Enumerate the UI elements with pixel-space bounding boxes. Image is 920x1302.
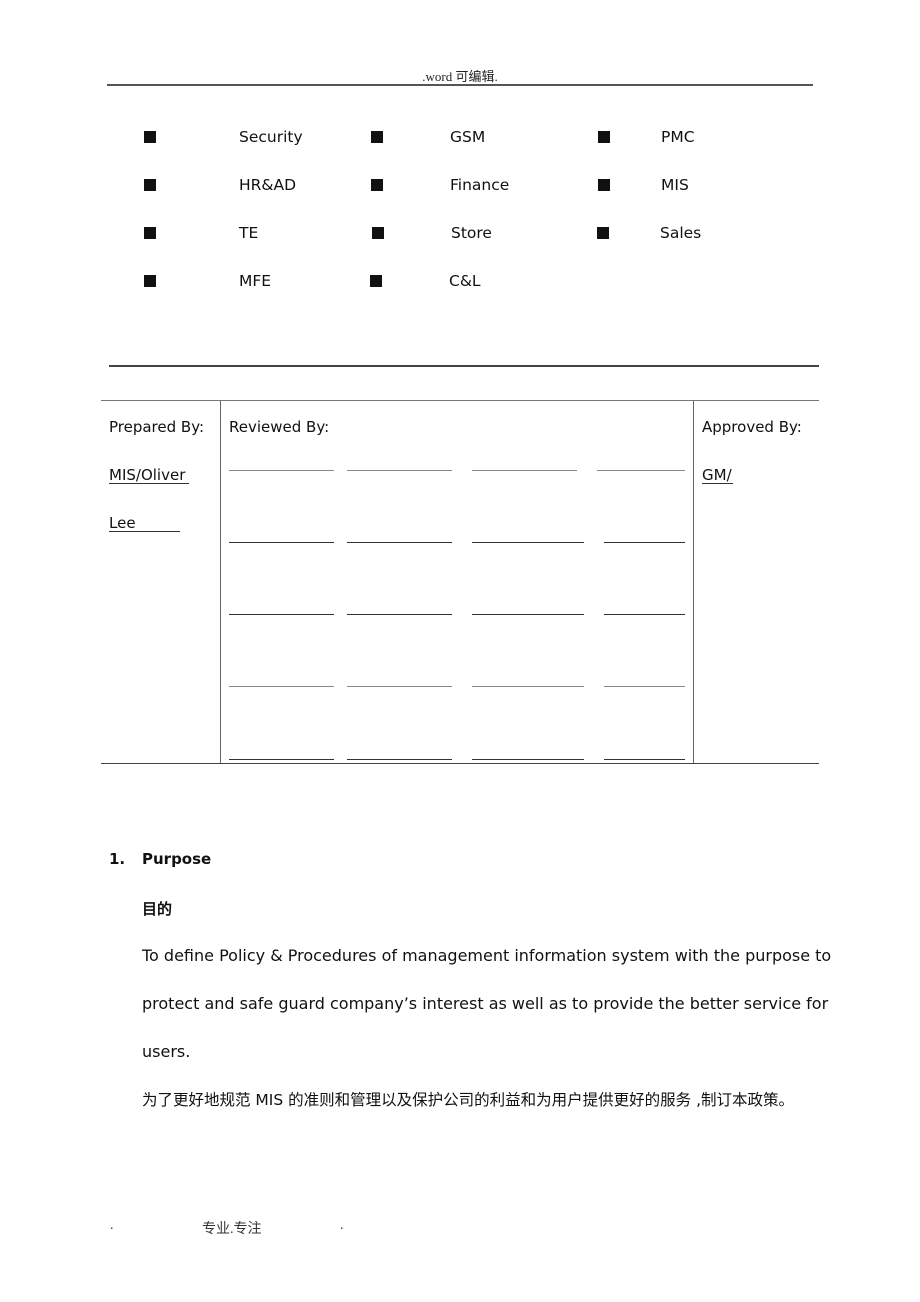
distribution-item: TE [239,224,259,242]
purpose-paragraph-line: To define Policy & Procedures of managem… [142,946,832,965]
black-square-icon [598,179,610,191]
signature-line[interactable] [597,470,685,471]
purpose-paragraph-cn: 为了更好地规范 MIS 的准则和管理以及保护公司的利益和为用户提供更好的服务 ,… [142,1091,794,1109]
black-square-icon [144,275,156,287]
distribution-item: GSM [450,128,486,146]
signature-line[interactable] [347,614,452,615]
section-title: Purpose [142,850,212,868]
purpose-paragraph-line: users. [142,1042,191,1061]
black-square-icon [597,227,609,239]
signature-line[interactable] [604,614,685,615]
signature-line[interactable] [472,470,577,471]
signature-line[interactable] [604,759,685,760]
signature-line[interactable] [347,542,452,543]
table-column-divider [220,401,221,763]
section-number: 1. [109,850,126,868]
signature-line[interactable] [229,686,334,687]
distribution-item: Finance [450,176,510,194]
section-title-cn: 目的 [142,900,173,918]
black-square-icon [144,179,156,191]
approved-by-label: Approved By: [702,418,802,436]
black-square-icon [370,275,382,287]
signature-line[interactable] [229,614,334,615]
table-bottom-border [101,763,819,764]
signature-line[interactable] [347,759,452,760]
header-rule [107,84,813,86]
prepared-by-underline [109,531,180,532]
distribution-item: MFE [239,272,272,290]
signature-line[interactable] [347,470,452,471]
black-square-icon [371,179,383,191]
page-header-text: .word 可编辑. [422,69,498,84]
signature-line[interactable] [229,470,334,471]
black-square-icon [371,131,383,143]
signature-line[interactable] [472,686,584,687]
approved-by-value: GM/ [702,466,732,484]
distribution-item: Sales [660,224,702,242]
signature-line[interactable] [229,542,334,543]
approved-by-underline [702,483,733,484]
signature-line[interactable] [229,759,334,760]
purpose-paragraph-line: protect and safe guard company’s interes… [142,994,829,1013]
table-top-border [101,400,819,401]
signature-line[interactable] [472,759,584,760]
section-divider [109,365,819,367]
signature-line[interactable] [604,686,685,687]
reviewed-by-label: Reviewed By: [229,418,330,436]
distribution-item: PMC [661,128,695,146]
black-square-icon [598,131,610,143]
distribution-item: Store [451,224,492,242]
prepared-by-value: MIS/Oliver [109,466,186,484]
black-square-icon [144,131,156,143]
black-square-icon [372,227,384,239]
footer-center: 专业.专注 [202,1222,262,1237]
distribution-item: MIS [661,176,689,194]
signature-line[interactable] [472,614,584,615]
distribution-item: Security [239,128,303,146]
footer-left: . [110,1218,114,1233]
prepared-by-value-cont: Lee [109,514,136,532]
signature-line[interactable] [472,542,584,543]
prepared-by-label: Prepared By: [109,418,205,436]
signature-line[interactable] [347,686,452,687]
distribution-item: C&L [449,272,481,290]
footer-right: . [340,1218,344,1233]
prepared-by-underline [109,483,189,484]
signature-line[interactable] [604,542,685,543]
black-square-icon [144,227,156,239]
distribution-item: HR&AD [239,176,297,194]
table-column-divider [693,401,694,763]
